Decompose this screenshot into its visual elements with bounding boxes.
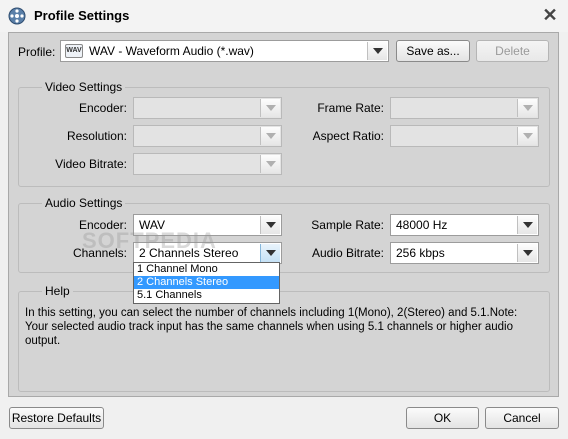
audio-bitrate-label: Audio Bitrate:	[311, 246, 384, 260]
sample-rate-label: Sample Rate:	[311, 218, 384, 232]
audio-settings-title: Audio Settings	[42, 196, 126, 210]
chevron-down-icon	[517, 127, 537, 145]
aspect-ratio-label: Aspect Ratio:	[312, 129, 384, 143]
help-title: Help	[42, 284, 73, 298]
frame-rate-label: Frame Rate:	[317, 101, 384, 115]
film-reel-icon	[8, 7, 26, 25]
aspect-ratio-select	[390, 125, 539, 147]
delete-button[interactable]: Delete	[476, 40, 549, 62]
restore-defaults-button[interactable]: Restore Defaults	[9, 407, 104, 429]
video-encoder-label: Encoder:	[78, 101, 127, 115]
video-settings-title: Video Settings	[42, 80, 126, 94]
help-text: In this setting, you can select the numb…	[25, 307, 518, 347]
video-bitrate-select	[133, 153, 282, 175]
channel-option-stereo[interactable]: 2 Channels Stereo	[134, 276, 279, 289]
chevron-down-icon	[517, 99, 537, 117]
close-icon[interactable]: ✕	[539, 5, 561, 25]
audio-bitrate-value: 256 kbps	[396, 246, 445, 260]
channels-dropdown-list[interactable]: 1 Channel Mono 2 Channels Stereo 5.1 Cha…	[133, 262, 280, 304]
profile-select[interactable]: WAV WAV - Waveform Audio (*.wav)	[60, 40, 389, 62]
chevron-down-icon[interactable]	[260, 216, 280, 234]
window-title: Profile Settings	[34, 8, 130, 23]
channel-option-5-1[interactable]: 5.1 Channels	[134, 289, 279, 302]
profile-value: WAV - Waveform Audio (*.wav)	[89, 44, 254, 58]
audio-bitrate-select[interactable]: 256 kbps	[390, 242, 539, 264]
chevron-down-icon	[260, 127, 280, 145]
chevron-down-icon[interactable]	[517, 216, 537, 234]
cancel-button[interactable]: Cancel	[485, 407, 559, 429]
chevron-down-icon[interactable]	[367, 42, 387, 60]
resolution-select	[133, 125, 282, 147]
chevron-down-icon	[260, 155, 280, 173]
chevron-down-icon[interactable]	[517, 244, 537, 262]
settings-panel: Profile: WAV WAV - Waveform Audio (*.wav…	[8, 32, 559, 397]
profile-label: Profile:	[18, 45, 56, 59]
sample-rate-select[interactable]: 48000 Hz	[390, 214, 539, 236]
resolution-label: Resolution:	[66, 129, 127, 143]
wav-file-icon: WAV	[65, 44, 83, 58]
save-as-button[interactable]: Save as...	[396, 40, 470, 62]
channel-option-mono[interactable]: 1 Channel Mono	[134, 263, 279, 276]
frame-rate-select	[390, 97, 539, 119]
video-encoder-select	[133, 97, 282, 119]
watermark: SOFTPEDIA	[82, 228, 217, 253]
chevron-down-icon	[260, 99, 280, 117]
title-bar: Profile Settings ✕	[0, 0, 568, 32]
chevron-down-icon[interactable]	[260, 244, 280, 262]
video-bitrate-label: Video Bitrate:	[55, 157, 127, 171]
ok-button[interactable]: OK	[406, 407, 479, 429]
sample-rate-value: 48000 Hz	[396, 218, 448, 232]
